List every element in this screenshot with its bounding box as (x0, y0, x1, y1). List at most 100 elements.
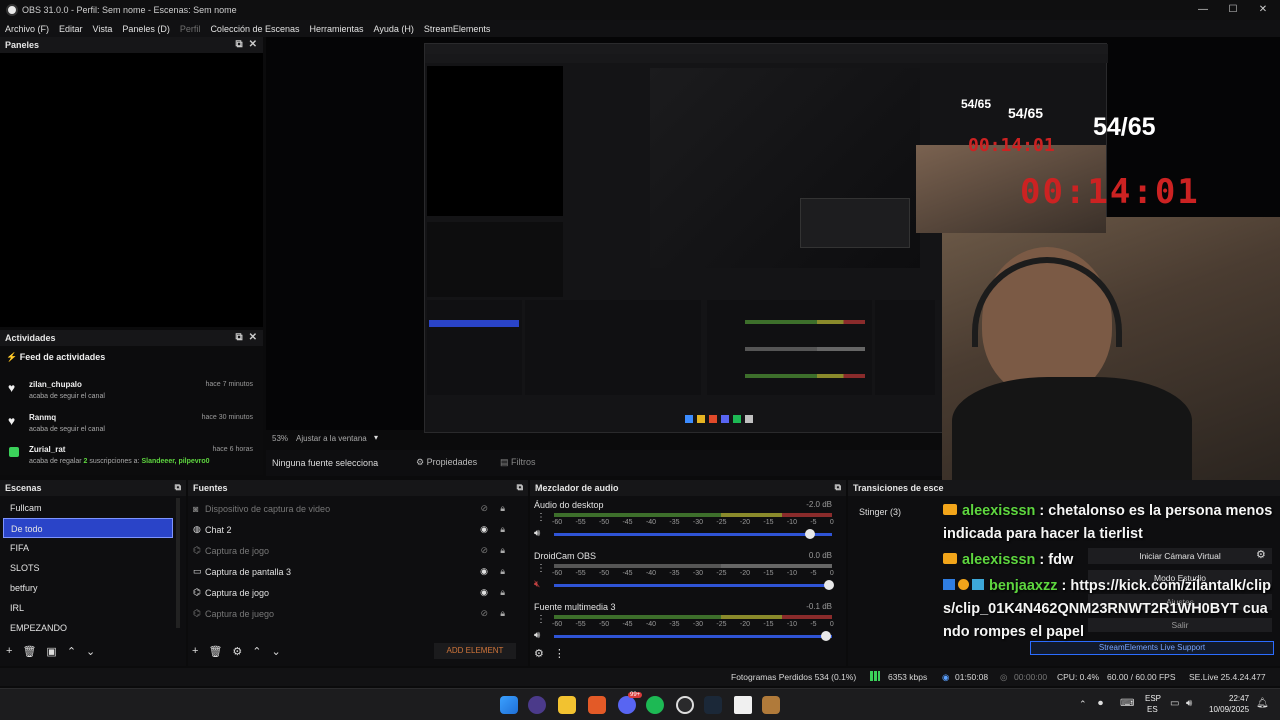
move-down-icon[interactable]: ⌄ (272, 645, 281, 658)
minimize-icon[interactable]: — (1188, 2, 1218, 18)
discord-icon[interactable] (618, 696, 636, 714)
add-element-button[interactable]: ADD ELEMENT (434, 643, 516, 659)
chat-username: benjaaxzz (989, 578, 1058, 594)
remove-source-icon[interactable]: 🗑 (208, 645, 222, 658)
archive-icon[interactable] (762, 696, 780, 714)
lock-icon[interactable]: 🔒︎ (500, 524, 505, 535)
scene-item-selected[interactable]: De todo (3, 518, 173, 538)
menu-vista[interactable]: Vista (93, 24, 113, 34)
volume-slider-handle[interactable] (805, 529, 815, 539)
source-row[interactable]: ⌬ Captura de juego ⊘ 🔒︎ (193, 603, 513, 624)
filter-scene-icon[interactable]: ▣ (46, 645, 56, 658)
lock-icon[interactable]: 🔒︎ (500, 608, 505, 619)
menu-coleccion-escenas[interactable]: Colección de Escenas (210, 24, 299, 34)
add-source-icon[interactable]: + (192, 645, 198, 658)
eye-icon[interactable]: ◉ (480, 524, 488, 535)
kebab-menu-icon[interactable]: ⋮ (536, 614, 546, 625)
spotify-icon[interactable] (646, 696, 664, 714)
window-title: OBS 31.0.0 - Perfil: Sem nome - Escenas:… (22, 5, 237, 15)
bell-icon[interactable]: 🔔︎ (1256, 698, 1269, 709)
filters-button[interactable]: ▤ Filtros (500, 457, 536, 468)
lock-icon[interactable]: 🔒︎ (500, 545, 505, 556)
kebab-menu-icon[interactable]: ⋮ (536, 512, 546, 523)
eye-hidden-icon[interactable]: ⊘ (480, 545, 488, 556)
lock-icon[interactable]: 🔒︎ (500, 566, 505, 577)
source-row[interactable]: ⌬ Captura de jogo ⊘ 🔒︎ (193, 540, 513, 561)
nested-taskbar-icon (733, 415, 741, 423)
menu-archivo[interactable]: Archivo (F) (5, 24, 49, 34)
lock-icon[interactable]: 🔒︎ (500, 503, 505, 514)
float-dock-icon[interactable]: ⧉ (235, 332, 242, 343)
close-icon[interactable]: ✕ (1248, 2, 1278, 18)
speaker-icon[interactable]: 🔊︎ (534, 528, 540, 539)
chevron-down-icon[interactable]: ▾ (374, 433, 378, 442)
source-row[interactable]: ◙ Dispositivo de captura de video ⊘ 🔒︎ (193, 498, 513, 519)
transition-select[interactable]: Stinger (3) (854, 504, 938, 520)
float-dock-icon[interactable]: ⧉ (517, 482, 523, 493)
scene-item[interactable]: EMPEZANDO (3, 618, 173, 638)
scene-item[interactable]: Fullcam (3, 498, 173, 518)
source-row[interactable]: ⌬ Captura de jogo ◉ 🔒︎ (193, 582, 513, 603)
kebab-menu-icon[interactable]: ⋮ (536, 563, 546, 574)
tray-chevron-icon[interactable]: ⌃ (1079, 699, 1087, 710)
eye-hidden-icon[interactable]: ⊘ (480, 503, 488, 514)
source-row[interactable]: ◍ Chat 2 ◉ 🔒︎ (193, 519, 513, 540)
scene-scrollbar[interactable] (176, 498, 180, 628)
volume-slider-track[interactable] (554, 533, 832, 536)
menu-streamelements[interactable]: StreamElements (424, 24, 491, 34)
volume-slider-track[interactable] (554, 635, 832, 638)
menu-perfil[interactable]: Perfil (180, 24, 201, 34)
tray-keyboard-icon[interactable]: ⌨ (1120, 698, 1134, 709)
scene-item[interactable]: IRL (3, 598, 173, 618)
close-dock-icon[interactable]: ✕ (249, 332, 257, 343)
source-row[interactable]: ▭ Captura de pantalla 3 ◉ 🔒︎ (193, 561, 513, 582)
scene-item[interactable]: SLOTS (3, 558, 173, 578)
volume-icon[interactable]: 🔊︎ (1186, 698, 1192, 709)
region-indicator[interactable]: ES (1147, 705, 1158, 714)
nested-taskbar-icon (685, 415, 693, 423)
lock-icon[interactable]: 🔒︎ (500, 587, 505, 598)
notepad-icon[interactable] (734, 696, 752, 714)
speaker-icon[interactable]: 🔊︎ (534, 630, 540, 641)
scene-item[interactable]: betfury (3, 578, 173, 598)
muted-speaker-icon[interactable]: 🔇︎ (534, 579, 540, 590)
clock-date[interactable]: 10/09/2025 (1209, 705, 1249, 714)
move-down-icon[interactable]: ⌄ (86, 645, 95, 658)
gear-icon[interactable]: ⚙ (232, 645, 242, 658)
network-icon[interactable]: ▭ (1170, 698, 1179, 709)
language-indicator[interactable]: ESP (1145, 694, 1161, 703)
folder-icon[interactable] (558, 696, 576, 714)
menu-herramientas[interactable]: Herramientas (310, 24, 364, 34)
kebab-menu-icon[interactable]: ⋮ (554, 647, 565, 660)
volume-slider-handle[interactable] (821, 631, 831, 641)
menu-ayuda[interactable]: Ayuda (H) (374, 24, 414, 34)
add-scene-icon[interactable]: + (6, 645, 12, 658)
float-dock-icon[interactable]: ⧉ (835, 482, 841, 493)
menu-paneles[interactable]: Paneles (D) (122, 24, 170, 34)
clock-time[interactable]: 22:47 (1229, 694, 1249, 703)
steam-icon[interactable] (704, 696, 722, 714)
volume-slider-handle[interactable] (824, 580, 834, 590)
fit-window-dropdown[interactable]: Ajustar a la ventana (296, 434, 367, 443)
volume-slider-track[interactable] (554, 584, 832, 587)
preview-canvas[interactable]: 54/65 54/65 54/65 00:14:01 00:14:01 (266, 37, 1280, 487)
tray-mic-icon[interactable]: ⏺ (1098, 698, 1103, 709)
properties-button[interactable]: ⚙ Propiedades (416, 457, 477, 468)
menu-editar[interactable]: Editar (59, 24, 83, 34)
close-dock-icon[interactable]: ✕ (249, 39, 257, 50)
remove-scene-icon[interactable]: 🗑 (22, 645, 36, 658)
eye-icon[interactable]: ◉ (480, 587, 488, 598)
maximize-icon[interactable]: ☐ (1218, 2, 1248, 18)
mixer-settings-icon[interactable]: ⚙ (534, 647, 544, 660)
discord-like-app-icon[interactable] (528, 696, 546, 714)
move-up-icon[interactable]: ⌃ (252, 645, 261, 658)
obs-taskbar-icon[interactable] (676, 696, 694, 714)
eye-icon[interactable]: ◉ (480, 566, 488, 577)
float-dock-icon[interactable]: ⧉ (175, 482, 181, 493)
eye-hidden-icon[interactable]: ⊘ (480, 608, 488, 619)
windows-start-icon[interactable] (500, 696, 518, 714)
scene-item[interactable]: FIFA (3, 538, 173, 558)
float-dock-icon[interactable]: ⧉ (235, 39, 242, 50)
brave-browser-icon[interactable] (588, 696, 606, 714)
move-up-icon[interactable]: ⌃ (67, 645, 76, 658)
